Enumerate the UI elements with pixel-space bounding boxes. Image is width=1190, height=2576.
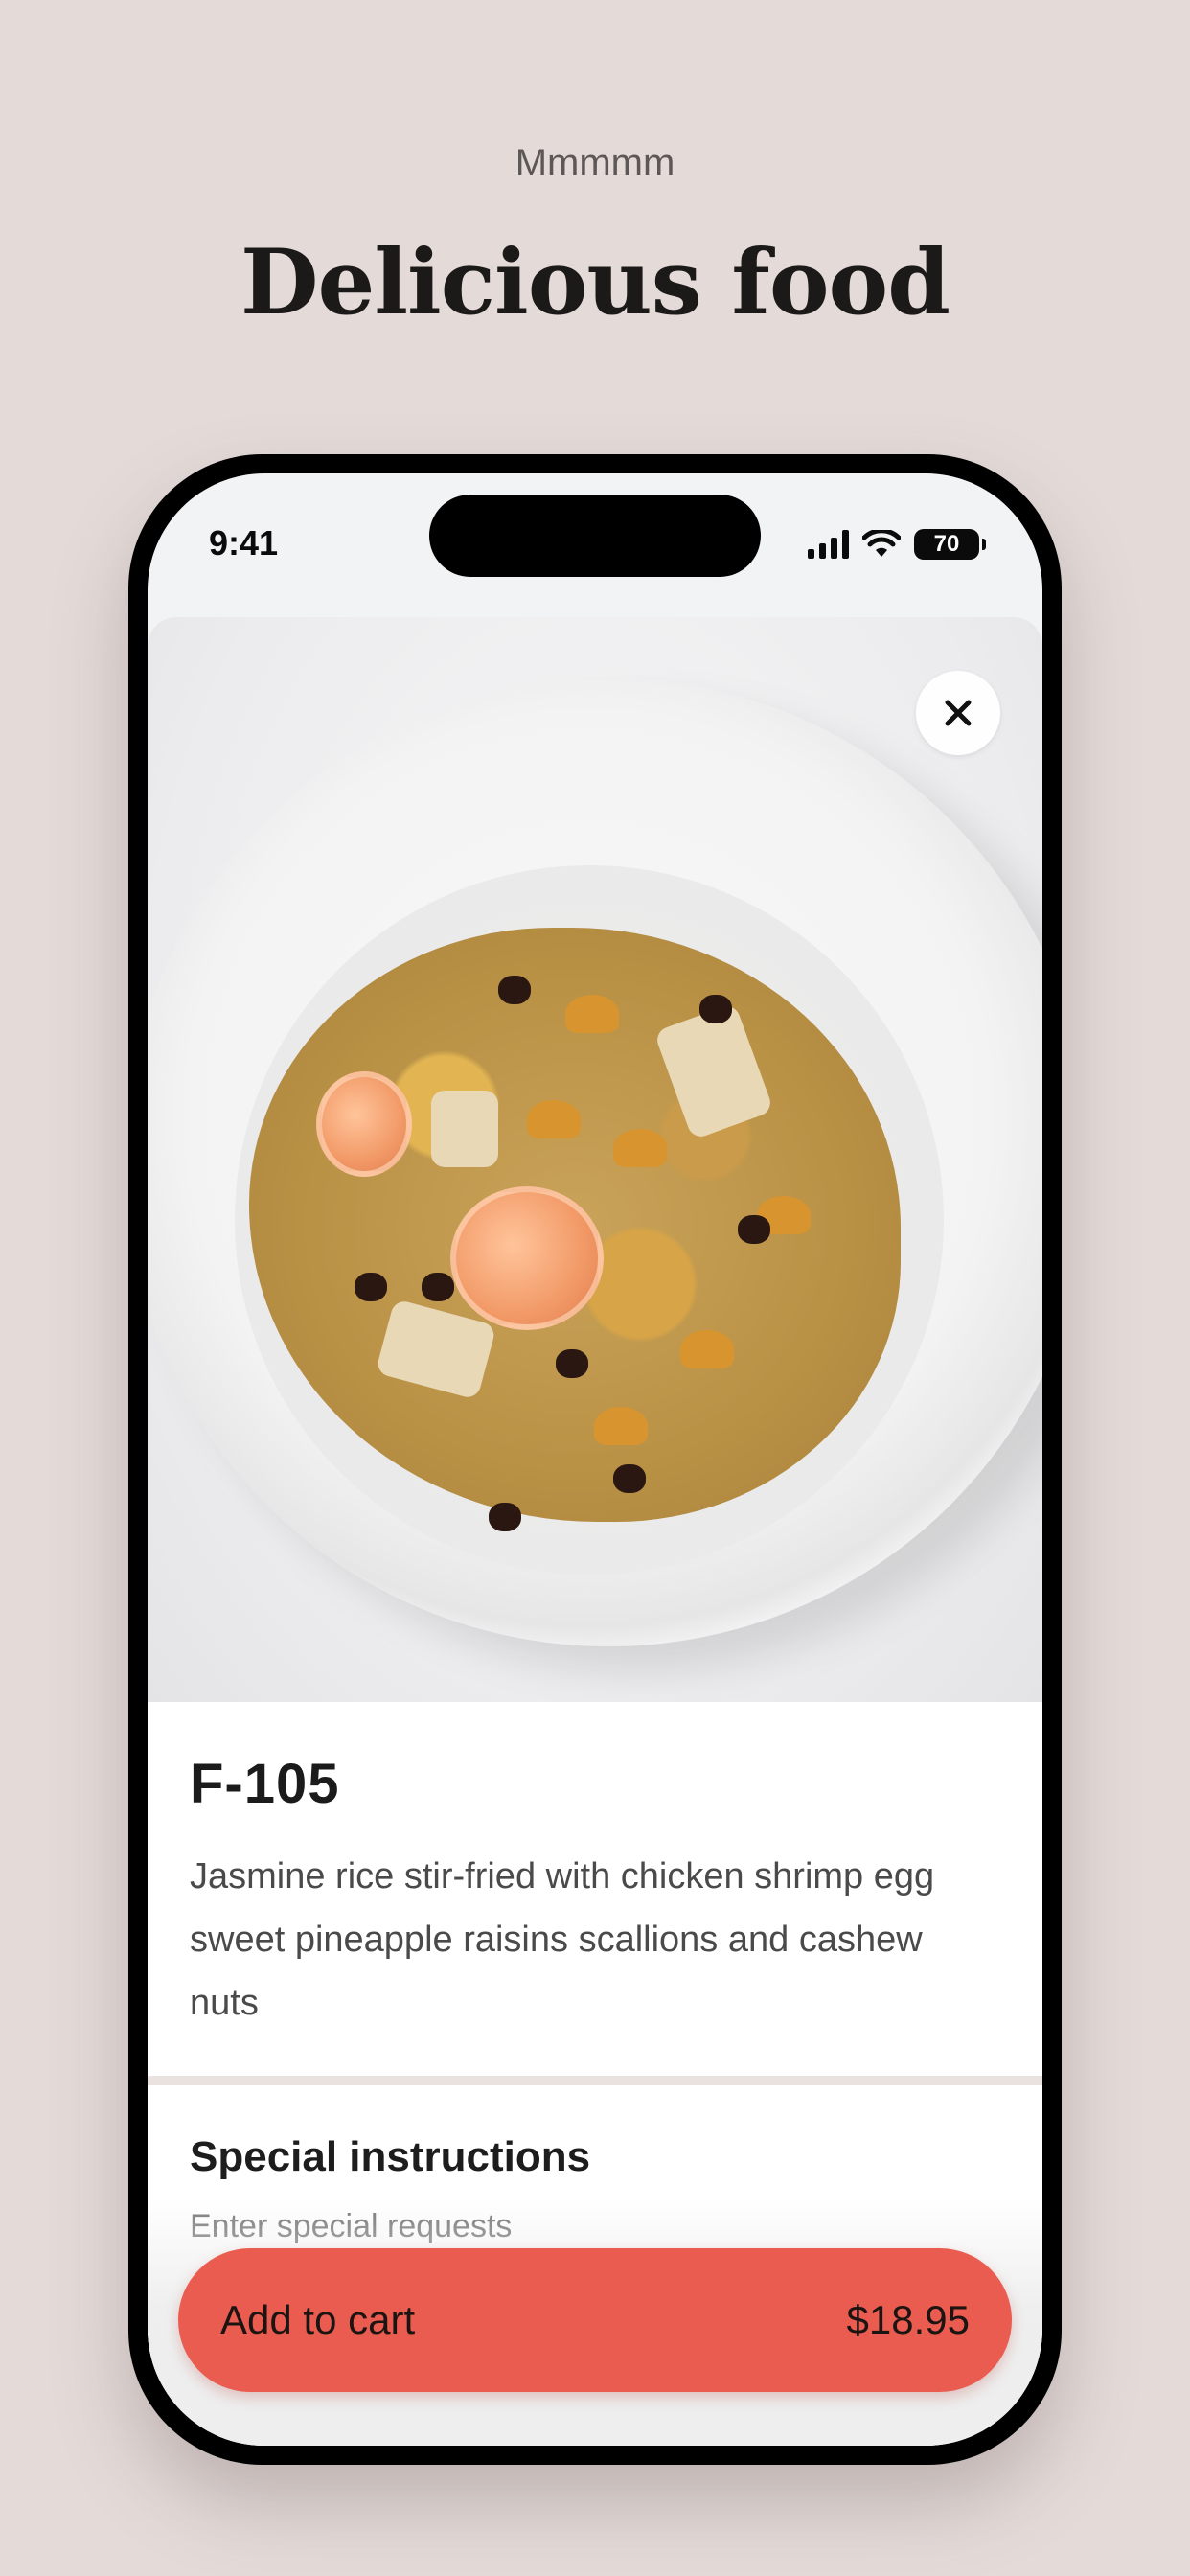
phone-screen: 9:41 70 F-105 Jasmine rice stir-fried wi… <box>148 473 1042 2446</box>
cashew <box>613 1129 667 1167</box>
wifi-icon <box>862 530 901 557</box>
raisin <box>556 1349 588 1378</box>
cashew <box>565 995 619 1033</box>
raisin <box>355 1273 387 1301</box>
food-photo <box>148 617 1042 1702</box>
item-details: F-105 Jasmine rice stir-fried with chick… <box>148 1702 1042 2035</box>
item-description: Jasmine rice stir-fried with chicken shr… <box>190 1856 935 2023</box>
battery-icon: 70 <box>914 529 986 560</box>
cashew <box>680 1330 734 1368</box>
section-divider <box>148 2076 1042 2085</box>
raisin <box>498 976 531 1004</box>
close-icon <box>945 700 972 726</box>
cashew <box>527 1100 581 1138</box>
chicken-piece <box>431 1091 498 1167</box>
item-detail-sheet: F-105 Jasmine rice stir-fried with chick… <box>148 617 1042 2446</box>
status-time: 9:41 <box>209 523 279 563</box>
raisin <box>422 1273 454 1301</box>
raisin <box>489 1503 521 1531</box>
cart-price: $18.95 <box>846 2297 970 2342</box>
shrimp <box>450 1186 604 1330</box>
cashew <box>594 1407 648 1445</box>
dynamic-island <box>429 494 761 577</box>
add-to-cart-label: Add to cart <box>220 2297 416 2342</box>
special-instructions-title: Special instructions <box>190 2133 591 2180</box>
plate <box>148 678 1042 1646</box>
cellular-signal-icon <box>808 530 849 559</box>
raisin <box>699 995 732 1024</box>
raisin <box>738 1215 770 1244</box>
shrimp <box>316 1071 412 1177</box>
page-subtitle: Mmmmm <box>515 142 675 184</box>
item-title: F-105 <box>190 1753 340 1815</box>
raisin <box>613 1464 646 1493</box>
status-icons: 70 <box>808 529 986 560</box>
page-title: Delicious food <box>240 230 950 335</box>
add-to-cart-button[interactable]: Add to cart $18.95 <box>178 2248 1012 2392</box>
close-button[interactable] <box>916 671 1000 755</box>
status-bar: 9:41 70 <box>148 473 1042 617</box>
